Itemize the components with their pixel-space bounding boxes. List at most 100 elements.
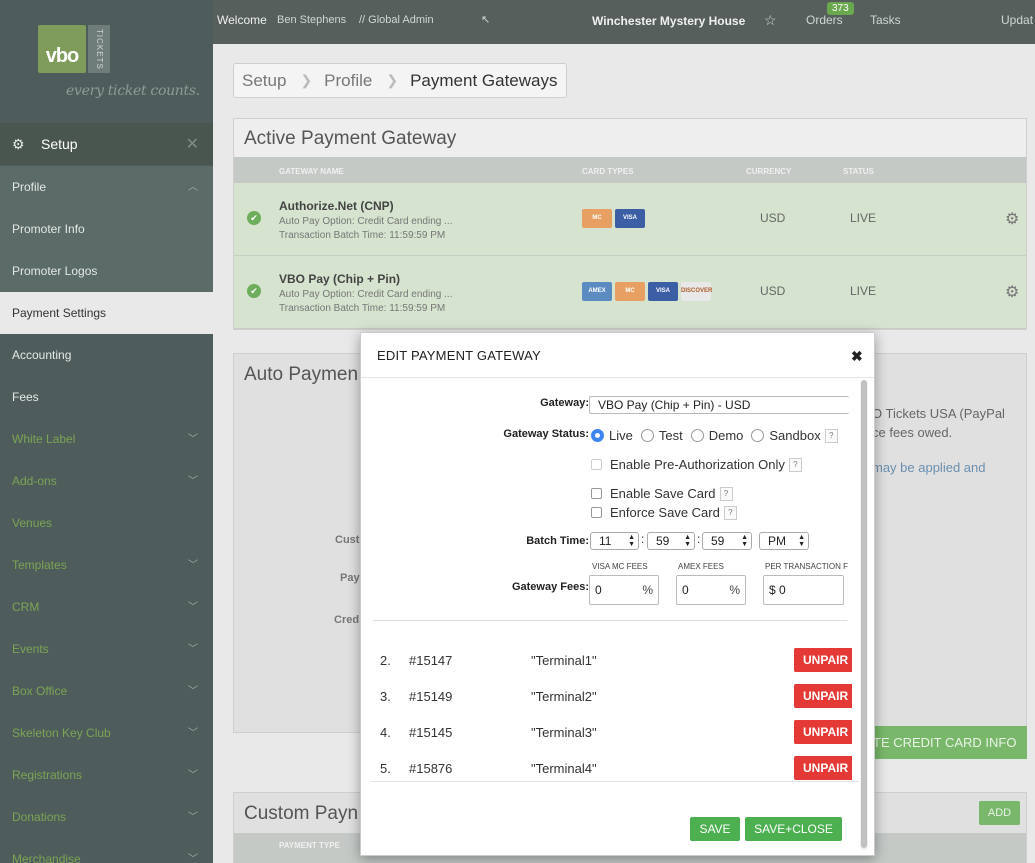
percent-sign: %: [729, 583, 740, 597]
sidebar-item-crm[interactable]: CRM ﹀: [0, 586, 213, 628]
card-types: MC VISA: [582, 209, 645, 228]
help-icon[interactable]: ?: [788, 457, 802, 472]
field-label: Cred: [334, 614, 360, 626]
card-types: AMEX MC VISA DISCOVER: [582, 282, 712, 301]
preauth-checkbox[interactable]: [591, 459, 602, 470]
user-name[interactable]: Ben Stephens: [277, 14, 346, 26]
breadcrumb-setup[interactable]: Setup: [242, 71, 286, 91]
logo[interactable]: vbo TICKETS every ticket counts.: [0, 0, 213, 120]
time-separator: :: [697, 532, 701, 546]
unpair-button[interactable]: UNPAIR: [794, 684, 852, 708]
amex-fee-input[interactable]: 0%: [676, 575, 746, 605]
enforce-save-card-label: Enforce Save Card: [610, 505, 720, 520]
switch-user-icon[interactable]: ↖: [481, 13, 490, 26]
sidebar-item-registrations[interactable]: Registrations ﹀: [0, 754, 213, 796]
sidebar-item-label: Merchandise: [12, 852, 81, 863]
sidebar-item-white-label[interactable]: White Label ﹀: [0, 418, 213, 460]
radio-demo[interactable]: [690, 429, 704, 442]
modal-header: EDIT PAYMENT GATEWAY ✖: [361, 333, 874, 378]
sidebar-item-promoter-logos[interactable]: Promoter Logos: [0, 250, 213, 292]
sidebar-item-events[interactable]: Events ﹀: [0, 628, 213, 670]
favorite-star-icon[interactable]: ☆: [764, 12, 777, 29]
save-button[interactable]: SAVE: [690, 817, 740, 841]
select-arrows-icon: ▲ ▼: [741, 534, 748, 548]
radio-live[interactable]: [591, 429, 604, 442]
save-card-checkbox[interactable]: [591, 488, 602, 499]
sidebar-item-donations[interactable]: Donations ﹀: [0, 796, 213, 838]
gear-icon[interactable]: ⚙: [1005, 209, 1019, 229]
radio-sandbox-label[interactable]: Sandbox: [769, 428, 820, 443]
close-icon[interactable]: ✖: [851, 348, 863, 365]
logo-tagline: every ticket counts.: [66, 83, 200, 99]
updates-link[interactable]: Updat: [1001, 13, 1033, 27]
help-icon[interactable]: ?: [824, 428, 838, 443]
status: LIVE: [850, 284, 877, 298]
batch-second-select[interactable]: 59 ▲ ▼: [702, 532, 752, 550]
unpair-button[interactable]: UNPAIR: [794, 720, 852, 744]
batch-minute-select[interactable]: 59 ▲ ▼: [647, 532, 695, 550]
radio-test[interactable]: [640, 429, 654, 442]
sidebar-item-add-ons[interactable]: Add-ons ﹀: [0, 460, 213, 502]
sidebar-item-templates[interactable]: Templates ﹀: [0, 544, 213, 586]
gear-icon[interactable]: ⚙: [1005, 282, 1019, 302]
close-sidebar-icon[interactable]: ✕: [186, 134, 199, 154]
radio-sandbox[interactable]: [751, 429, 765, 442]
terminal-name: "Terminal1": [531, 653, 597, 668]
auto-payment-link[interactable]: may be applied and: [872, 460, 985, 475]
sidebar-item-payment-settings[interactable]: Payment Settings: [0, 292, 213, 334]
unpair-button[interactable]: UNPAIR: [794, 648, 852, 672]
auto-payment-text: ce fees owed.: [872, 425, 953, 440]
batch-ampm-value: PM: [768, 534, 786, 548]
breadcrumb-profile[interactable]: Profile: [324, 71, 372, 91]
column-status: STATUS: [843, 167, 874, 176]
sidebar-setup-header[interactable]: ⚙ Setup ✕: [0, 123, 213, 165]
tasks-link[interactable]: Tasks: [870, 13, 901, 27]
batch-ampm-select[interactable]: PM ▲ ▼: [759, 532, 809, 550]
radio-live-label[interactable]: Live: [609, 428, 633, 443]
batch-hour-select[interactable]: 11 ▲ ▼: [590, 532, 639, 550]
dollar-sign: $: [769, 583, 776, 597]
gateway-select[interactable]: VBO Pay (Chip + Pin) - USD: [589, 396, 849, 414]
terminal-row: 2. #15147 "Terminal1" UNPAIR: [380, 648, 852, 672]
modal-scrollbar[interactable]: [860, 380, 868, 850]
sidebar-item-fees[interactable]: Fees: [0, 376, 213, 418]
sidebar-item-accounting[interactable]: Accounting: [0, 334, 213, 376]
radio-demo-label[interactable]: Demo: [709, 428, 744, 443]
active-check-icon: ✔: [247, 211, 261, 225]
terminal-id: #15876: [409, 761, 453, 776]
save-close-button[interactable]: SAVE+CLOSE: [745, 817, 842, 841]
amex-fees-header: AMEX FEES: [678, 562, 724, 571]
per-transaction-fee-input[interactable]: $ 0: [763, 575, 844, 605]
sidebar-item-skeleton-key-club[interactable]: Skeleton Key Club ﹀: [0, 712, 213, 754]
terminal-id: #15149: [409, 689, 453, 704]
chevron-down-icon: ﹀: [188, 854, 198, 863]
scrollbar-thumb[interactable]: [861, 380, 867, 848]
panel-title: Custom Payn: [244, 803, 359, 824]
unpair-button[interactable]: UNPAIR: [794, 756, 852, 780]
column-gateway-name: GATEWAY NAME: [279, 167, 344, 176]
venue-name[interactable]: Winchester Mystery House: [592, 14, 745, 28]
welcome-text: Welcome: [217, 13, 267, 27]
orders-count-badge: 373: [827, 2, 854, 15]
sidebar-item-promoter-info[interactable]: Promoter Info: [0, 208, 213, 250]
terminal-row: 4. #15145 "Terminal3" UNPAIR: [380, 720, 852, 744]
sidebar-item-merchandise[interactable]: Merchandise ﹀: [0, 838, 213, 863]
percent-sign: %: [642, 583, 653, 597]
help-icon[interactable]: ?: [723, 505, 737, 520]
sidebar-item-box-office[interactable]: Box Office ﹀: [0, 670, 213, 712]
column-card-types: CARD TYPES: [582, 167, 634, 176]
visa-mc-fee-input[interactable]: 0%: [589, 575, 659, 605]
sidebar-item-venues[interactable]: Venues: [0, 502, 213, 544]
edit-gateway-modal: EDIT PAYMENT GATEWAY ✖ Gateway: VBO Pay …: [360, 332, 875, 856]
radio-test-label[interactable]: Test: [659, 428, 683, 443]
add-button[interactable]: ADD: [979, 801, 1020, 825]
orders-link[interactable]: Orders: [806, 13, 843, 27]
enforce-save-card-row: Enforce Save Card ?: [591, 505, 737, 520]
update-credit-card-button[interactable]: TE CREDIT CARD INFO: [863, 726, 1027, 759]
help-icon[interactable]: ?: [719, 486, 733, 501]
enforce-save-card-checkbox[interactable]: [591, 507, 602, 518]
sidebar-item-profile[interactable]: Profile ︿: [0, 166, 213, 208]
gateway-table-body: ✔ Authorize.Net (CNP) Auto Pay Option: Cre…: [234, 183, 1026, 329]
modal-scroll-area[interactable]: Gateway: VBO Pay (Chip + Pin) - USD Gate…: [371, 379, 859, 781]
sidebar-header-label: Setup: [41, 136, 78, 152]
